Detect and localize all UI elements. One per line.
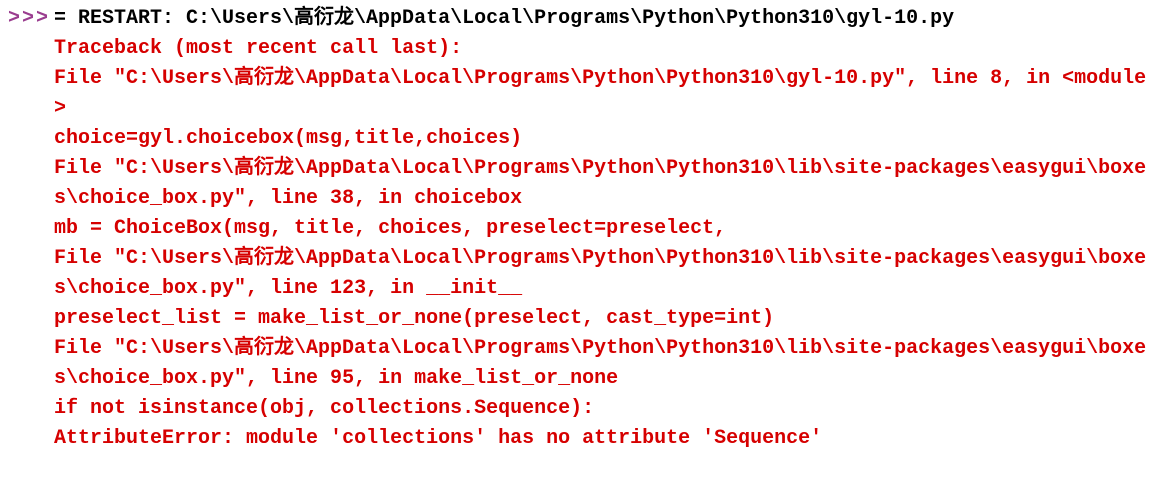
- traceback-line: choice=gyl.choicebox(msg,title,choices): [54, 124, 1149, 154]
- traceback-line: AttributeError: module 'collections' has…: [54, 424, 1149, 454]
- traceback-line: File "C:\Users\高衍龙\AppData\Local\Program…: [54, 154, 1149, 214]
- traceback-line: preselect_list = make_list_or_none(prese…: [54, 304, 1149, 334]
- traceback-line: File "C:\Users\高衍龙\AppData\Local\Program…: [54, 64, 1149, 124]
- traceback-line: File "C:\Users\高衍龙\AppData\Local\Program…: [54, 334, 1149, 394]
- output-block: = RESTART: C:\Users\高衍龙\AppData\Local\Pr…: [54, 4, 1149, 454]
- traceback-line: File "C:\Users\高衍龙\AppData\Local\Program…: [54, 244, 1149, 304]
- restart-line: = RESTART: C:\Users\高衍龙\AppData\Local\Pr…: [54, 4, 1149, 34]
- traceback-line: Traceback (most recent call last):: [54, 34, 1149, 64]
- python-prompt: >>>: [8, 4, 54, 34]
- traceback-line: if not isinstance(obj, collections.Seque…: [54, 394, 1149, 424]
- traceback-line: mb = ChoiceBox(msg, title, choices, pres…: [54, 214, 1149, 244]
- console-output: >>> = RESTART: C:\Users\高衍龙\AppData\Loca…: [8, 4, 1149, 454]
